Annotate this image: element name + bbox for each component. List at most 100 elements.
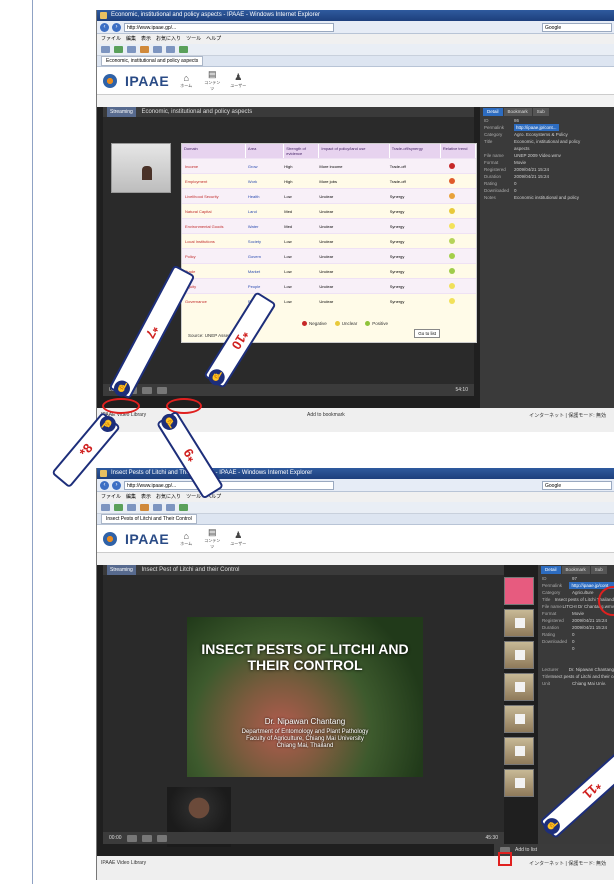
legend-positive: Positive [365, 321, 388, 326]
trend-indicator-icon [448, 253, 455, 259]
tab-bookmark[interactable]: Bookmark [561, 566, 590, 574]
volume-icon[interactable] [156, 386, 167, 394]
play-icon[interactable] [126, 834, 137, 842]
slide-table-row: Policy Govern Low Unclear Synergy [182, 248, 476, 263]
forward-icon[interactable]: › [112, 480, 121, 490]
tab-sub[interactable]: Sub [590, 566, 607, 574]
print-icon[interactable] [153, 504, 162, 511]
menu-item[interactable]: ファイル [101, 34, 121, 44]
bottom-link[interactable]: IPAAE Video Library [101, 860, 146, 866]
metadata-row: Rating 0 [538, 631, 614, 638]
url-input[interactable]: http://www.ipaae.gp/... [124, 22, 334, 32]
metadata-row: Lecturer Dr. Nipawan Chantang [538, 666, 614, 673]
slide-thumbnails [504, 577, 534, 797]
menu-item[interactable]: 編集 [126, 492, 136, 502]
metadata-key: Duration [484, 174, 502, 179]
slide-cell: Low [284, 268, 292, 274]
tab-sub[interactable]: Sub [532, 108, 549, 116]
slide-cell: Synergy [389, 208, 405, 214]
metadata-value: Insect pests of Litchi and their control [550, 674, 614, 679]
content-icon[interactable]: ▤ コンテンツ [203, 527, 221, 550]
metadata-value[interactable]: http://ipaae.jp/cont... [514, 124, 559, 131]
player-controls: 00:00 54:10 [103, 384, 474, 396]
tools-icon[interactable] [179, 46, 188, 53]
tab-strip: Insect Pests of Litchi and Their Control [97, 514, 614, 525]
search-input[interactable]: Google [542, 22, 612, 32]
mail-icon[interactable] [140, 46, 149, 53]
mail-icon[interactable] [140, 504, 149, 511]
back-icon[interactable]: ‹ [100, 22, 109, 32]
content-icon[interactable]: ▤ コンテンツ [203, 69, 221, 92]
callout-7-label: *7 [142, 323, 162, 341]
url-input[interactable]: http://www.ipaae.gp/... [124, 480, 334, 490]
slide-thumbnail[interactable] [504, 609, 534, 637]
metadata-value: 0 [572, 646, 575, 651]
user-icon[interactable]: ♟ ユーザー [229, 530, 247, 547]
add-to-list-label[interactable]: Add to list [515, 847, 537, 853]
print-icon[interactable] [153, 46, 162, 53]
metadata-list: ID 97 Permalink http://ipaae.jp/cont... Cate… [538, 575, 614, 652]
stop-icon[interactable] [141, 386, 152, 394]
slide-thumbnail[interactable] [504, 673, 534, 701]
slide-thumbnail[interactable] [504, 737, 534, 765]
slide-cell [441, 178, 476, 184]
back-icon[interactable]: ‹ [100, 480, 109, 490]
tab-bookmark[interactable]: Bookmark [503, 108, 532, 116]
metadata-row: Category Agro. Ecosystems & Policy [480, 131, 614, 138]
page-icon[interactable] [166, 504, 175, 511]
add-favorite-icon[interactable] [114, 46, 123, 53]
slide-cell: Employment [185, 178, 208, 184]
metadata-row: 0 [538, 645, 614, 652]
metadata-value: aspects [514, 146, 530, 151]
menu-item[interactable]: ツール [186, 492, 201, 502]
metadata-row: aspects [480, 145, 614, 152]
menu-item[interactable]: 編集 [126, 34, 136, 44]
slide-table-header: Domain Area Strength of evidence Impact … [182, 144, 476, 158]
favorites-icon[interactable] [101, 504, 110, 511]
slide-thumbnail[interactable] [504, 641, 534, 669]
player-title: Insect Pest of Litchi and their Control [141, 567, 240, 573]
metadata-value: 86 [514, 118, 520, 123]
slide-cell: Low [284, 253, 292, 259]
slide-table-row: GovernanceRulesLowUnclearSynergy [182, 293, 476, 308]
tab-current[interactable]: Economic, institutional and policy aspec… [101, 56, 204, 66]
feeds-icon[interactable] [127, 46, 136, 53]
menu-item[interactable]: ヘルプ [206, 34, 221, 44]
slide-thumbnail[interactable] [504, 769, 534, 797]
metadata-key: File name [484, 153, 504, 158]
status-bar: IPAAE Video Library インターネット | 保護モード: 無効 [97, 856, 614, 880]
search-input[interactable]: Google [542, 480, 612, 490]
metadata-key: Format [484, 160, 499, 165]
home-icon[interactable]: ⌂ ホーム [177, 73, 195, 89]
menu-item[interactable]: 表示 [141, 34, 151, 44]
metadata-row: Downloaded 0 [538, 638, 614, 645]
menu-item[interactable]: お気に入り [156, 34, 181, 44]
stop-icon[interactable] [141, 834, 152, 842]
slide-col-header: Impact of policy/land use [319, 144, 390, 158]
metadata-value: Agro. Ecosystems & Policy [514, 132, 568, 137]
forward-icon[interactable]: › [112, 22, 121, 32]
favorites-icon[interactable] [101, 46, 110, 53]
home-icon[interactable]: ⌂ ホーム [177, 531, 195, 547]
player-titlebar: Streaming Insect Pest of Litchi and thei… [103, 565, 504, 575]
menu-item[interactable]: お気に入り [156, 492, 181, 502]
add-favorite-icon[interactable] [114, 504, 123, 511]
slide-table-row: Trade Market Low Unclear Synergy [182, 263, 476, 278]
menu-item[interactable]: ファイル [101, 492, 121, 502]
page-icon[interactable] [166, 46, 175, 53]
user-icon[interactable]: ♟ ユーザー [229, 72, 247, 89]
metadata-key: Rating [484, 181, 498, 186]
slide-thumbnail[interactable] [504, 705, 534, 733]
volume-icon[interactable] [156, 834, 167, 842]
metadata-value: Economic institutional and policy [514, 195, 580, 200]
slide-thumbnail[interactable] [504, 577, 534, 605]
menu-item[interactable]: 表示 [141, 492, 151, 502]
slide-cell: Water [247, 223, 259, 229]
metadata-value: 97 [572, 576, 578, 581]
menu-item[interactable]: ツール [186, 34, 201, 44]
tab-detail[interactable]: Detail [541, 566, 561, 574]
tab-detail[interactable]: Detail [483, 108, 503, 116]
tab-current[interactable]: Insect Pests of Litchi and Their Control [101, 514, 197, 524]
feeds-icon[interactable] [127, 504, 136, 511]
tools-icon[interactable] [179, 504, 188, 511]
